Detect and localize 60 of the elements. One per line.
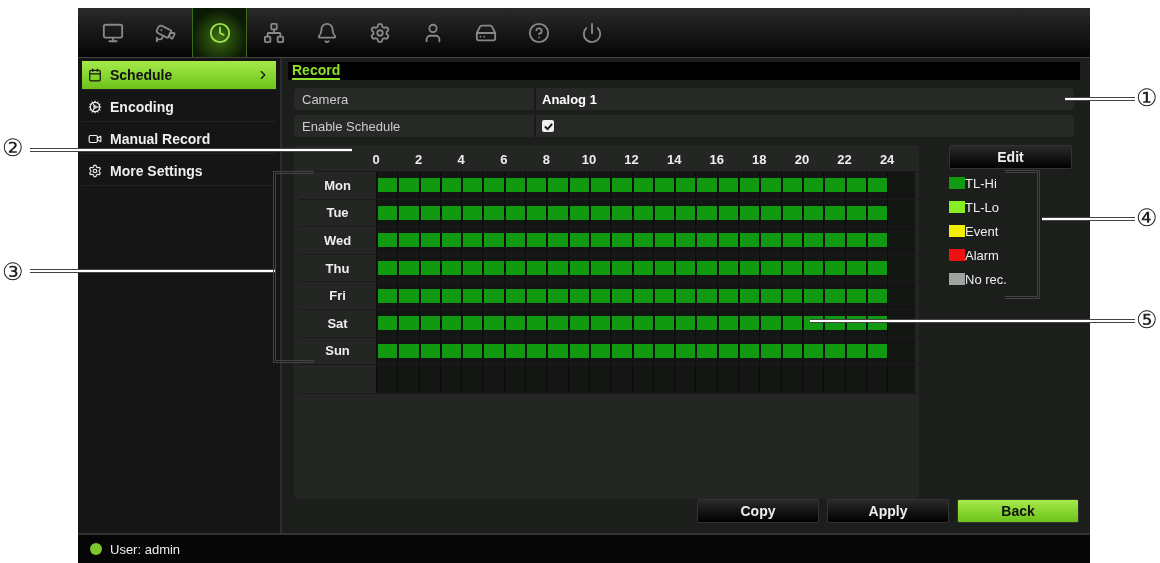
help-icon [527,21,550,44]
legend-label: TL-Lo [965,199,999,215]
status-dot-icon [90,543,102,555]
hour-label: 8 [542,151,550,167]
sidebar-item[interactable]: Schedule [82,61,276,90]
menu-item-icon [88,100,102,114]
hour-label: 10 [581,151,597,167]
hour-label: 22 [837,151,852,167]
action-button[interactable]: Copy [697,499,819,523]
back-button[interactable]: Back [957,499,1079,523]
field-value[interactable]: Analog 1 [536,88,597,110]
bell-icon [315,21,338,44]
field-label: Enable Schedule [294,115,536,137]
network-icon [262,21,285,44]
hour-label: 14 [666,151,682,167]
selected-menu-tab[interactable] [192,8,247,57]
hour-label: 4 [457,151,465,167]
hour-label: 2 [415,151,423,167]
hour-label: 18 [752,151,767,167]
sidebar-item[interactable]: Encoding [82,93,276,122]
hour-label: 24 [879,151,895,167]
edit-button[interactable]: Edit [949,145,1072,169]
clock-icon [208,21,231,44]
gear-icon [368,21,391,44]
menu-item-icon [88,132,102,146]
field-label: Camera [294,88,536,110]
checkbox[interactable] [542,120,554,132]
sidebar-item-label: Schedule [110,67,173,83]
hour-label: 6 [500,151,508,167]
hour-label: 12 [624,151,639,167]
day-label: Tue [325,205,350,221]
sidebar-item[interactable]: More Settings [82,157,276,186]
legend-label: Alarm [965,247,999,263]
menu-item-icon [88,164,102,178]
callout-number: ④ [1136,206,1158,230]
hour-label: 0 [372,151,380,167]
sidebar-item-label: More Settings [110,163,203,179]
day-label: Sun [324,343,351,359]
day-label: Fri [328,288,347,304]
callout-number: ⑤ [1136,308,1158,332]
day-label: Wed [322,233,353,248]
sidebar-item-label: Manual Record [110,131,211,147]
callout-number: ① [1136,86,1158,110]
callout-number: ③ [2,260,24,284]
callout-number: ② [2,136,24,160]
hour-label: 16 [709,151,724,167]
day-label: Mon [323,177,352,193]
power-icon [580,21,603,44]
menu-item-icon [88,68,102,82]
legend-label: Event [965,223,999,239]
tab[interactable]: Record [292,62,341,80]
legend-label: No rec. [965,271,1007,287]
monitor-icon [101,21,124,44]
hour-label: 20 [794,151,810,167]
legend-label: TL-Hi [965,175,997,191]
day-label: Thu [324,260,351,276]
sidebar-item-label: Encoding [110,99,174,115]
status-user: User: admin [110,541,181,557]
action-button[interactable]: Apply [827,499,949,523]
day-label: Sat [326,315,349,331]
